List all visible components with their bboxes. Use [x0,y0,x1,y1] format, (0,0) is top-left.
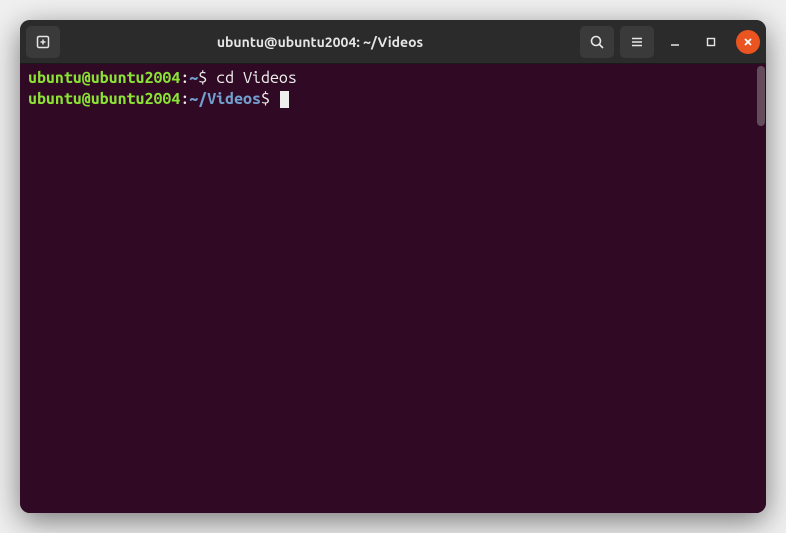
prompt-path: ~/Videos [189,90,261,108]
search-button[interactable] [580,26,614,58]
new-tab-button[interactable] [26,26,60,58]
prompt-path: ~ [189,69,198,87]
titlebar-right [580,26,760,58]
titlebar-left [26,26,60,58]
scrollbar[interactable] [756,64,766,513]
scrollbar-thumb[interactable] [757,66,765,126]
titlebar: ubuntu@ubuntu2004: ~/Videos [20,20,766,64]
command-text: cd Videos [216,69,297,87]
maximize-button[interactable] [696,27,726,57]
prompt-dollar: $ [261,90,279,108]
prompt-separator: : [180,69,189,87]
terminal-line: ubuntu@ubuntu2004:~/Videos$ [28,89,758,110]
prompt-user: ubuntu@ubuntu2004 [28,69,180,87]
window-title: ubuntu@ubuntu2004: ~/Videos [66,34,574,50]
terminal-window: ubuntu@ubuntu2004: ~/Videos [20,20,766,513]
cursor [280,91,289,108]
prompt-dollar: $ [198,69,216,87]
prompt-user: ubuntu@ubuntu2004 [28,90,180,108]
close-button[interactable] [736,30,760,54]
terminal-line: ubuntu@ubuntu2004:~$ cd Videos [28,68,758,89]
menu-button[interactable] [620,26,654,58]
minimize-button[interactable] [660,27,690,57]
terminal-body[interactable]: ubuntu@ubuntu2004:~$ cd Videos ubuntu@ub… [20,64,766,513]
prompt-separator: : [180,90,189,108]
